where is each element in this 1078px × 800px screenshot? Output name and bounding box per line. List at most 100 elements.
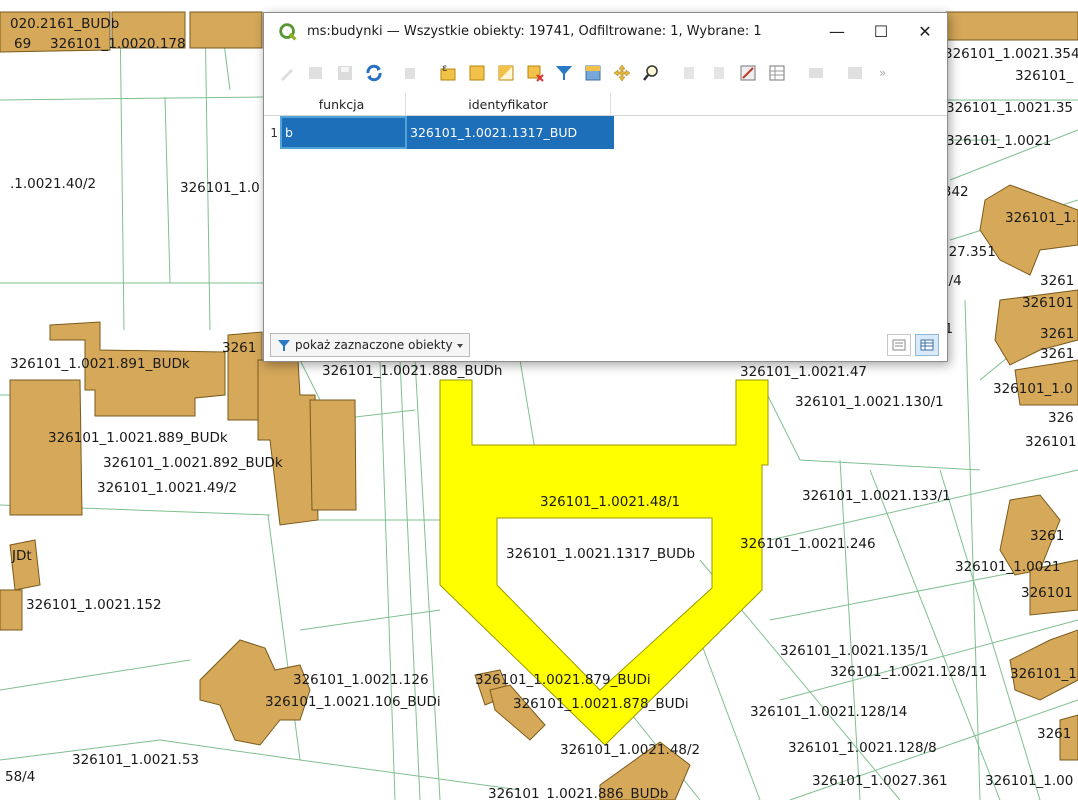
filter-label: pokaż zaznaczone obiekty: [295, 338, 453, 352]
map-label: 326: [1048, 410, 1074, 426]
pencil-icon: [281, 69, 293, 81]
filter-icon: [278, 340, 290, 351]
map-label: 326101_1.0021.892_BUDk: [103, 455, 283, 471]
column-header-identyfikator[interactable]: identyfikator: [406, 93, 611, 115]
parcel-line: [299, 759, 521, 791]
map-label: 326101_1.0021.879_BUDi: [475, 672, 651, 688]
map-label: 326101_1.0021.128/8: [788, 740, 937, 756]
map-label: JDt: [11, 548, 32, 564]
map-label: 326101_1.0021.888_BUDh: [322, 363, 502, 379]
feature-filter-dropdown[interactable]: pokaż zaznaczone obiekty: [270, 333, 470, 357]
pan-icon: [613, 64, 631, 82]
view-mode-switch: [887, 334, 939, 356]
qgis-map-canvas[interactable]: 020.2161_BUDb 69 326101_1.0020.178 326101_1…: [0, 0, 1078, 800]
map-label: 326101_1.0021.53: [72, 752, 199, 768]
map-label: 326101_1.0021.48/2: [560, 742, 700, 758]
map-label: 3261: [1030, 528, 1064, 544]
filter-selected-button[interactable]: [551, 60, 577, 86]
map-label: 326101_1.0021.133/1: [802, 488, 951, 504]
map-label: 326101_1.0021.1317_BUDb: [506, 546, 695, 562]
column-header-funkcja[interactable]: funkcja: [278, 93, 406, 115]
map-label: 326101_1.0021.47: [740, 364, 867, 380]
map-label: 027.351: [940, 244, 996, 260]
table-row[interactable]: 1 b 326101_1.0021.1317_BUD: [264, 116, 947, 149]
conditional-formatting-button[interactable]: [764, 60, 790, 86]
map-label: 326101_1.0021.878_BUDi: [513, 696, 689, 712]
building-polygon: [189, 11, 263, 49]
conditional-format-icon: [769, 65, 785, 81]
map-label: 326101_1.0021.126: [293, 672, 429, 688]
paste-features-button[interactable]: [706, 60, 732, 86]
dock-window-button[interactable]: [803, 60, 829, 86]
map-label: 326101_1.0021.48/1: [540, 494, 680, 510]
field-calculator-button[interactable]: [735, 60, 761, 86]
minimize-button[interactable]: —: [815, 13, 859, 50]
more-tools-chevron-icon[interactable]: »: [879, 66, 886, 80]
attribute-table-window[interactable]: ms:budynki — Wszystkie obiekty: 19741, O…: [263, 12, 948, 362]
parcel-line: [299, 609, 441, 631]
multi-edit-icon: [309, 67, 322, 79]
maximize-button[interactable]: ☐: [859, 13, 903, 50]
filter-icon: [556, 66, 572, 80]
table-header: funkcja identyfikator: [264, 93, 947, 116]
map-label: 326101_1.0020.178: [50, 36, 186, 52]
building-polygon: [257, 359, 319, 526]
copy-rows-button[interactable]: [677, 60, 703, 86]
map-label: 3261: [222, 340, 256, 356]
map-label: 3261: [1037, 726, 1071, 742]
table-view-button[interactable]: [915, 334, 939, 356]
move-selection-top-button[interactable]: [580, 60, 606, 86]
building-polygon: [199, 639, 311, 746]
reload-button[interactable]: [361, 60, 387, 86]
map-label: 326101_1.0021: [946, 133, 1052, 149]
window-title: ms:budynki — Wszystkie obiekty: 19741, O…: [307, 24, 762, 39]
map-label: 326101_1.0021.106_BUDi: [265, 694, 441, 710]
pan-to-selection-button[interactable]: [609, 60, 635, 86]
parcel-line: [699, 639, 761, 800]
row-number[interactable]: 1: [264, 116, 278, 149]
parcel-line: [799, 459, 981, 471]
building-polygon: [489, 684, 546, 741]
toggle-edit-button[interactable]: [274, 60, 300, 86]
cell-funkcja[interactable]: b: [280, 116, 407, 149]
parcel-line: [414, 359, 441, 800]
save-edits-button[interactable]: [332, 60, 358, 86]
close-button[interactable]: ✕: [903, 13, 947, 50]
invert-selection-icon: [498, 65, 514, 81]
form-view-button[interactable]: [887, 334, 911, 356]
save-icon: [338, 66, 352, 80]
map-label: 326101_: [1015, 68, 1074, 84]
chevron-down-icon: [456, 344, 463, 348]
title-bar[interactable]: ms:budynki — Wszystkie obiekty: 19741, O…: [264, 13, 947, 50]
move-top-icon: [585, 65, 601, 81]
select-by-expression-button[interactable]: ε: [435, 60, 461, 86]
attribute-table[interactable]: funkcja identyfikator 1 b 326101_1.0021.…: [264, 93, 947, 333]
map-label: 326101_1.0021.891_BUDk: [10, 356, 190, 372]
map-label: 326101_1.0027.361: [812, 773, 948, 789]
copy-icon: [684, 67, 694, 79]
map-label: 326101_1.0: [1010, 666, 1078, 682]
building-polygon: [1009, 629, 1078, 701]
map-label: 3261: [1040, 273, 1074, 289]
zoom-to-selection-button[interactable]: [638, 60, 664, 86]
parcel-line: [0, 659, 191, 691]
multi-edit-button[interactable]: [303, 60, 329, 86]
map-label: 58/4: [5, 769, 35, 785]
map-label: 326101_1.0021.246: [740, 536, 876, 552]
cell-identyfikator[interactable]: 326101_1.0021.1317_BUD: [407, 116, 614, 149]
status-bar: pokaż zaznaczone obiekty: [264, 329, 947, 361]
invert-selection-button[interactable]: [493, 60, 519, 86]
add-feature-button[interactable]: [398, 60, 424, 86]
deselect-all-button[interactable]: [522, 60, 548, 86]
zoom-icon: [643, 65, 658, 81]
map-label: 69: [14, 36, 31, 52]
map-label: 326101_1.0021.35: [946, 100, 1073, 116]
svg-text:ε: ε: [442, 63, 447, 74]
select-all-button[interactable]: [464, 60, 490, 86]
dock-icon: [809, 68, 823, 78]
parcel-line: [164, 96, 171, 284]
map-label: 326101_1.0021.886_BUDb: [488, 786, 668, 800]
actions-button[interactable]: [842, 60, 868, 86]
map-label: 326101_1.0021.152: [26, 597, 162, 613]
actions-icon: [848, 67, 862, 79]
